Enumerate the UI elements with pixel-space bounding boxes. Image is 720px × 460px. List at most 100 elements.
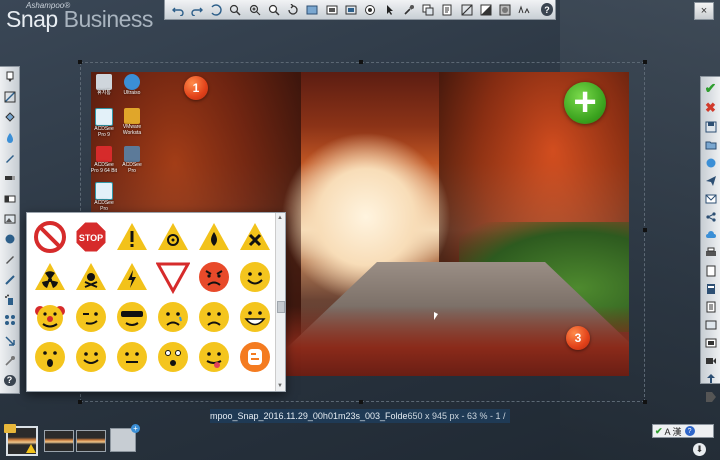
- send-icon[interactable]: [704, 175, 718, 187]
- stamp-palette[interactable]: STOP ▲ ▼: [26, 212, 286, 392]
- new-document-icon[interactable]: +: [110, 424, 140, 452]
- share-icon[interactable]: [704, 211, 718, 223]
- line-icon[interactable]: [3, 273, 17, 286]
- plus-icon[interactable]: +: [564, 82, 606, 124]
- pin-icon[interactable]: [704, 157, 718, 169]
- scroll-thumb[interactable]: [277, 301, 285, 313]
- smile-face-icon[interactable]: [234, 257, 275, 297]
- resize-handle[interactable]: [643, 400, 647, 404]
- resize-handle[interactable]: [643, 228, 647, 232]
- download-icon[interactable]: ⬇: [693, 443, 706, 456]
- pointer-icon[interactable]: [381, 2, 398, 18]
- desktop-icon[interactable]: VMware Worksta: [119, 108, 145, 136]
- angry-face-icon[interactable]: [193, 257, 234, 297]
- desktop-icon[interactable]: 휴지통: [91, 74, 117, 96]
- smile-face-2-icon[interactable]: [70, 337, 111, 377]
- number-marker[interactable]: 1: [184, 76, 208, 100]
- number-marker[interactable]: 3: [566, 326, 590, 350]
- window-close-button[interactable]: ×: [694, 2, 714, 20]
- radiation-icon[interactable]: [29, 257, 70, 297]
- fill-icon[interactable]: [477, 2, 494, 18]
- apply-button[interactable]: ✔: [704, 80, 718, 96]
- copy-icon[interactable]: [419, 2, 436, 18]
- crop-icon[interactable]: [323, 2, 340, 18]
- cool-face-icon[interactable]: [111, 297, 152, 337]
- resize-handle[interactable]: [78, 400, 82, 404]
- cloud-icon[interactable]: [704, 229, 718, 241]
- resize-handle[interactable]: [643, 60, 647, 64]
- highlighter-icon[interactable]: [3, 172, 17, 185]
- electric-icon[interactable]: [111, 257, 152, 297]
- select-icon[interactable]: [458, 2, 475, 18]
- resize-icon[interactable]: [304, 2, 321, 18]
- stamp-icon[interactable]: [362, 2, 379, 18]
- clipboard-icon[interactable]: [439, 2, 456, 18]
- marker-icon[interactable]: [3, 70, 17, 83]
- frown-face-icon[interactable]: [193, 297, 234, 337]
- shocked-face-icon[interactable]: [152, 337, 193, 377]
- resize-handle[interactable]: [78, 60, 82, 64]
- check-icon[interactable]: ✔: [655, 426, 663, 437]
- spray-icon[interactable]: [3, 293, 17, 306]
- blur-icon[interactable]: [497, 2, 514, 18]
- biohazard-icon[interactable]: [152, 217, 193, 257]
- copy-icon[interactable]: [704, 319, 718, 331]
- sad-face-icon[interactable]: [152, 297, 193, 337]
- tag-icon[interactable]: [704, 391, 718, 403]
- pencil-icon[interactable]: [3, 253, 17, 266]
- save-icon[interactable]: [704, 121, 718, 133]
- resize-handle[interactable]: [359, 400, 363, 404]
- export-icon[interactable]: [704, 301, 718, 313]
- drop-icon[interactable]: [3, 131, 17, 144]
- image-icon[interactable]: [704, 337, 718, 349]
- rectangle-icon[interactable]: [3, 90, 17, 103]
- email-icon[interactable]: [704, 193, 718, 205]
- thumbnail[interactable]: [44, 430, 74, 452]
- no-entry-icon[interactable]: [29, 217, 70, 257]
- left-help-icon[interactable]: ?: [3, 374, 16, 387]
- scroll-down-icon[interactable]: ▼: [277, 383, 283, 389]
- desktop-icon[interactable]: ACDSee Pro: [119, 146, 145, 174]
- zoom-in-icon[interactable]: [246, 2, 263, 18]
- redo-icon[interactable]: [188, 2, 205, 18]
- scroll-up-icon[interactable]: ▲: [277, 215, 283, 221]
- print-icon[interactable]: [704, 247, 718, 259]
- thumbnail[interactable]: [76, 430, 106, 452]
- undo-icon[interactable]: [169, 2, 186, 18]
- tongue-face-icon[interactable]: [193, 337, 234, 377]
- neutral-face-icon[interactable]: [111, 337, 152, 377]
- eraser-icon[interactable]: [3, 192, 17, 205]
- blogger-logo-icon[interactable]: [234, 337, 275, 377]
- desktop-icon[interactable]: Ultraiso: [119, 74, 145, 96]
- arrow-icon[interactable]: [3, 334, 17, 347]
- video-icon[interactable]: [704, 355, 718, 367]
- stop-sign-icon[interactable]: STOP: [70, 217, 111, 257]
- help-icon[interactable]: ?: [541, 3, 553, 16]
- grin-face-icon[interactable]: [234, 297, 275, 337]
- rotate-icon[interactable]: [285, 2, 302, 18]
- pdf-icon[interactable]: [704, 283, 718, 295]
- color-picker-icon[interactable]: [400, 2, 417, 18]
- pen-icon[interactable]: [3, 151, 17, 164]
- undo-all-icon[interactable]: [208, 2, 225, 18]
- pipette-icon[interactable]: [3, 354, 17, 367]
- ime-indicator[interactable]: A 漢: [665, 425, 682, 438]
- surprised-face-icon[interactable]: [29, 337, 70, 377]
- yield-icon[interactable]: [152, 257, 193, 297]
- tray-help-icon[interactable]: ?: [684, 426, 695, 436]
- border-icon[interactable]: [342, 2, 359, 18]
- image-icon[interactable]: [3, 212, 17, 225]
- clown-face-icon[interactable]: [29, 297, 70, 337]
- text-size-icon[interactable]: [516, 2, 533, 18]
- zoom-out-icon[interactable]: [227, 2, 244, 18]
- desktop-icon[interactable]: ACDSee Pro 9: [91, 108, 117, 138]
- resize-handle[interactable]: [359, 60, 363, 64]
- document-icon[interactable]: [704, 265, 718, 277]
- desktop-icon[interactable]: ACDSee Pro 9 64 Bit: [91, 146, 117, 174]
- desktop-icon[interactable]: ACDSee Pro: [91, 182, 117, 212]
- dots-icon[interactable]: [3, 314, 17, 327]
- open-icon[interactable]: [704, 139, 718, 151]
- fill-bucket-icon[interactable]: [3, 111, 17, 124]
- stamp-icon[interactable]: [3, 233, 17, 246]
- x-sign-icon[interactable]: [234, 217, 275, 257]
